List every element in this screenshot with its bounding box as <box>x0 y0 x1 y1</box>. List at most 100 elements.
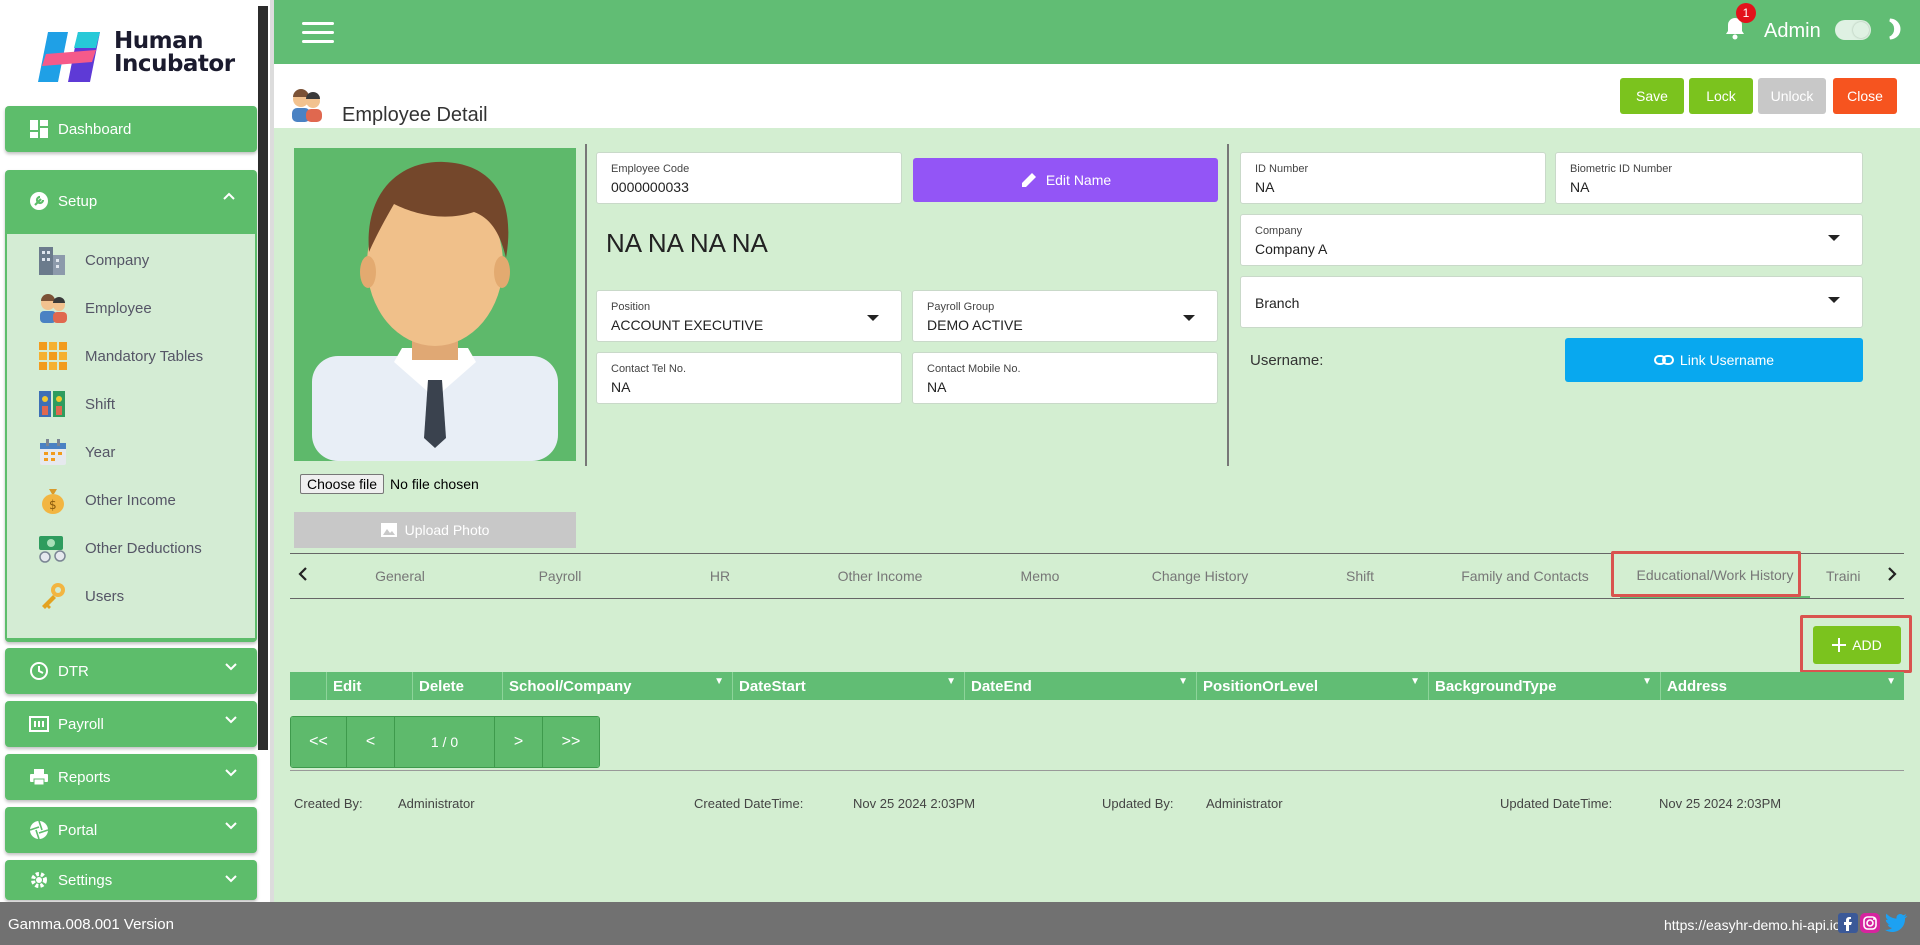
sidebar-subitem-other-income[interactable]: $ Other Income <box>37 482 176 518</box>
plus-icon <box>1832 638 1847 652</box>
choose-file-button[interactable]: Choose file <box>300 474 385 494</box>
hamburger-menu-icon[interactable] <box>302 22 334 44</box>
sidebar-subitem-employee[interactable]: Employee <box>37 290 152 326</box>
field-label: Company <box>1255 225 1303 237</box>
sidebar-subitem-label: Other Deductions <box>85 539 202 557</box>
id-number-field[interactable]: ID Number NA <box>1240 152 1546 204</box>
lock-button[interactable]: Lock <box>1689 78 1753 114</box>
caret-down-icon <box>1828 235 1840 241</box>
created-datetime-label: Created DateTime: <box>694 796 804 811</box>
sidebar-item-portal[interactable]: Portal <box>5 807 257 853</box>
tab-family-and-contacts[interactable]: Family and Contacts <box>1440 554 1610 598</box>
save-button[interactable]: Save <box>1620 78 1684 114</box>
contact-mobile-field[interactable]: Contact Mobile No. NA <box>912 352 1218 404</box>
sidebar-item-label: Portal <box>58 821 98 839</box>
column-header-delete[interactable]: Delete <box>412 672 502 700</box>
column-divider <box>585 144 587 466</box>
column-header-label: BackgroundType <box>1435 677 1557 695</box>
field-value: NA <box>927 379 947 395</box>
tables-grid-icon <box>39 342 67 370</box>
last-page-button[interactable]: >> <box>543 717 599 767</box>
tab-general[interactable]: General <box>340 554 460 598</box>
tab-training[interactable]: Traini <box>1826 554 1886 598</box>
edit-name-button[interactable]: Edit Name <box>913 158 1218 202</box>
column-header-label: DateStart <box>739 677 806 695</box>
filter-icon[interactable]: ▼ <box>714 676 724 687</box>
chevron-up-icon[interactable] <box>223 192 235 200</box>
filter-icon[interactable]: ▼ <box>946 676 956 687</box>
tab-hr[interactable]: HR <box>660 554 780 598</box>
sidebar-item-payroll[interactable]: Payroll <box>5 701 257 747</box>
filter-icon[interactable]: ▼ <box>1410 676 1420 687</box>
sidebar-subitem-other-deductions[interactable]: Other Deductions <box>37 530 202 566</box>
sidebar-subitem-company[interactable]: Company <box>37 242 149 278</box>
add-button[interactable]: ADD <box>1813 626 1901 664</box>
employee-code-field[interactable]: Employee Code 0000000033 <box>596 152 902 204</box>
theme-toggle[interactable] <box>1835 20 1871 40</box>
tab-shift[interactable]: Shift <box>1300 554 1420 598</box>
branch-select[interactable]: Branch <box>1240 276 1863 328</box>
caret-down-icon <box>1828 297 1840 303</box>
employees-icon <box>40 294 67 323</box>
payroll-group-select[interactable]: Payroll Group DEMO ACTIVE <box>912 290 1218 342</box>
sidebar-item-setup[interactable]: Setup <box>29 170 97 232</box>
column-header-background-type[interactable]: BackgroundType ▼ <box>1428 672 1660 700</box>
brand-logo[interactable]: Human Incubator <box>38 26 238 86</box>
sidebar-item-dashboard[interactable]: Dashboard <box>5 106 257 152</box>
position-select[interactable]: Position ACCOUNT EXECUTIVE <box>596 290 902 342</box>
field-value: NA <box>1570 179 1590 195</box>
employee-photo <box>294 148 576 461</box>
first-page-button[interactable]: << <box>291 717 347 767</box>
field-value: Branch <box>1255 295 1300 311</box>
tab-memo[interactable]: Memo <box>980 554 1100 598</box>
tab-payroll[interactable]: Payroll <box>500 554 620 598</box>
svg-text:$: $ <box>49 498 57 512</box>
filter-icon[interactable]: ▼ <box>1178 676 1188 687</box>
column-header-date-start[interactable]: DateStart ▼ <box>732 672 964 700</box>
updated-datetime-label: Updated DateTime: <box>1500 796 1613 811</box>
link-username-button[interactable]: Link Username <box>1565 338 1863 382</box>
tabs-prev-arrow-icon[interactable] <box>298 566 308 587</box>
facebook-icon[interactable] <box>1838 913 1858 933</box>
column-header-edit[interactable]: Edit <box>326 672 412 700</box>
sidebar-item-settings[interactable]: Settings <box>5 860 257 900</box>
created-by-value: Administrator <box>398 796 475 811</box>
unlock-button[interactable]: Unlock <box>1758 78 1826 114</box>
site-url[interactable]: https://easyhr-demo.hi-api.io <box>1664 917 1841 933</box>
clock-icon <box>29 661 49 681</box>
field-label: Payroll Group <box>927 301 995 313</box>
filter-icon[interactable]: ▼ <box>1642 676 1652 687</box>
filter-icon[interactable]: ▼ <box>1886 676 1896 687</box>
sidebar-subitem-year[interactable]: Year <box>37 434 115 470</box>
sidebar-scrollbar[interactable] <box>258 6 268 750</box>
audit-divider <box>290 770 1904 771</box>
tab-change-history[interactable]: Change History <box>1120 554 1280 598</box>
column-header-school-company[interactable]: School/Company ▼ <box>502 672 732 700</box>
next-page-button[interactable]: > <box>495 717 543 767</box>
sidebar-item-dtr[interactable]: DTR <box>5 648 257 694</box>
user-name[interactable]: Admin <box>1764 20 1821 43</box>
tab-other-income[interactable]: Other Income <box>810 554 950 598</box>
employee-detail-content: Choose file No file chosen Upload Photo … <box>274 128 1920 902</box>
instagram-icon[interactable] <box>1860 913 1880 933</box>
sidebar-subitem-users[interactable]: Users <box>37 578 124 614</box>
twitter-icon[interactable] <box>1884 913 1908 933</box>
field-value: 0000000033 <box>611 179 689 195</box>
dashboard-icon <box>29 119 49 139</box>
sidebar-item-reports[interactable]: Reports <box>5 754 257 800</box>
company-select[interactable]: Company Company A <box>1240 214 1863 266</box>
sidebar-subitem-mandatory-tables[interactable]: Mandatory Tables <box>37 338 203 374</box>
footer: Gamma.008.001 Version https://easyhr-dem… <box>0 902 1920 945</box>
sidebar-subitem-shift[interactable]: Shift <box>37 386 115 422</box>
prev-page-button[interactable]: < <box>347 717 395 767</box>
upload-photo-button[interactable]: Upload Photo <box>294 512 576 548</box>
field-label: Employee Code <box>611 163 690 175</box>
tabs-next-arrow-icon[interactable] <box>1887 566 1897 587</box>
contact-tel-field[interactable]: Contact Tel No. NA <box>596 352 902 404</box>
file-status: No file chosen <box>390 476 479 492</box>
column-header-position-or-level[interactable]: PositionOrLevel ▼ <box>1196 672 1428 700</box>
column-header-date-end[interactable]: DateEnd ▼ <box>964 672 1196 700</box>
biometric-id-field[interactable]: Biometric ID Number NA <box>1555 152 1863 204</box>
close-button[interactable]: Close <box>1833 78 1897 114</box>
column-header-address[interactable]: Address ▼ <box>1660 672 1904 700</box>
